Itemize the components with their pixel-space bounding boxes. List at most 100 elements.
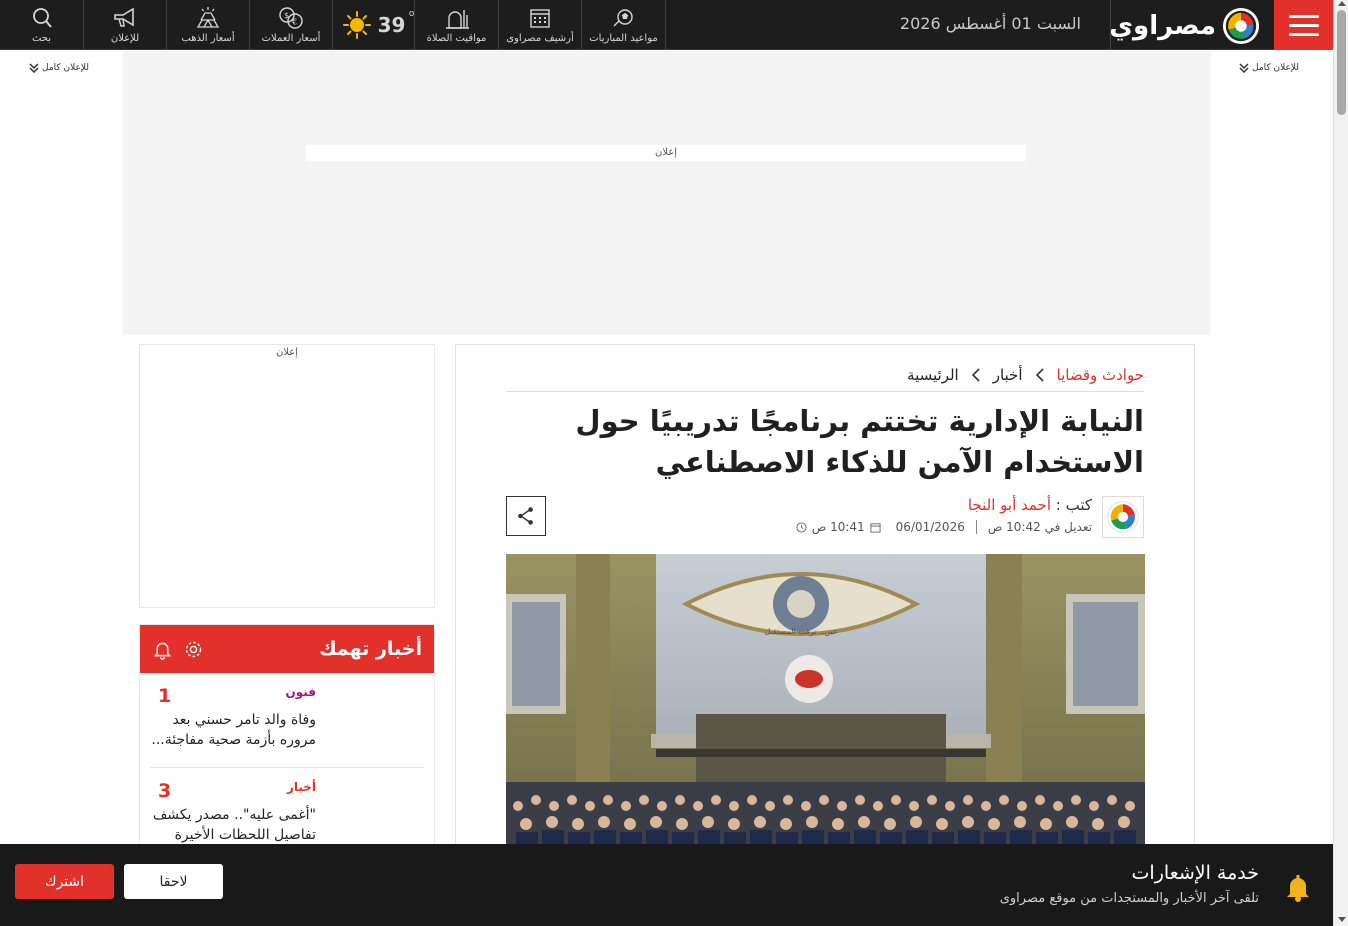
calendar-icon [870,522,881,533]
full-ad-label: للإعلان كامل [42,63,89,73]
publish-time: 10:41 ص [811,520,865,534]
related-news-box: أخبار تهمك 1 فنون وفاة والد تامر حسني بع… [139,624,435,864]
photo-sign-text: عين.. ترقب المستقبل [764,627,837,636]
divider [975,520,977,534]
temperature: 39 o [377,9,415,37]
nav-search[interactable]: بحث [0,0,84,50]
article-meta: 10:41 ص 06/01/2026 تعديل في 10:42 ص [796,520,1092,534]
menu-line [1288,23,1319,27]
news-title[interactable]: وفاة والد تامر حسني بعد مروره بأزمة صحية… [146,710,316,750]
full-ad-label: للإعلان كامل [1252,63,1299,73]
mosque-icon [445,10,469,29]
scroll-down-arrow[interactable] [1338,917,1346,922]
bell-icon[interactable] [152,639,173,660]
gold-bars-icon [196,7,220,28]
logo-icon [1222,7,1260,45]
breadcrumb-news[interactable]: أخبار [993,366,1023,384]
top-navbar: مصراوي السبت 01 أغسطس 2026 بحث للإعلان أ… [0,0,1333,50]
divider [1110,0,1111,50]
modified-time: تعديل في 10:42 ص [987,520,1092,534]
chevron-left-icon [971,368,980,382]
double-chevron-down-icon [29,63,39,73]
right-full-ad-toggle[interactable]: للإعلان كامل [1239,63,1299,73]
nav-gold-label: أسعار الذهب [181,33,235,44]
notification-subtitle: تلقى آخر الأخبار والمستجدات من موقع مصرا… [999,891,1259,906]
share-button[interactable] [506,496,546,536]
menu-line [1288,32,1319,36]
logo-text: مصراوي [1109,11,1216,41]
settings-gear-icon[interactable] [183,639,204,660]
calendar-icon [530,9,550,28]
share-icon [518,507,533,525]
related-news-title: أخبار تهمك [319,638,422,660]
nav-archive-label: أرشيف مصراوى [506,33,574,44]
svg-text:€: € [292,18,297,27]
soccer-ball-icon [613,9,633,27]
breadcrumb: الرئيسية أخبار حوادث وقضايا [907,363,1144,387]
scroll-up-arrow[interactable] [1338,1,1346,6]
article-card: الرئيسية أخبار حوادث وقضايا النيابة الإد… [455,344,1195,864]
ad-label: إعلان [275,347,299,358]
notification-prompt: خدمة الإشعارات تلقى آخر الأخبار والمستجد… [0,844,1333,926]
megaphone-icon [114,7,134,27]
nav-advertise[interactable]: للإعلان [84,0,167,50]
author-avatar[interactable] [1102,496,1144,538]
news-category[interactable]: أخبار [287,780,316,794]
later-button[interactable]: لاحقا [124,864,223,899]
svg-text:$: $ [284,11,289,20]
breadcrumb-section[interactable]: حوادث وقضايا [1057,366,1145,384]
nav-currency[interactable]: $ € أسعار العملات [250,0,333,50]
article-byline: كتب : أحمد أبو النجا 10:41 ص 06/01/2026 … [796,496,1144,538]
ad-label: إعلان [306,145,1026,161]
nav-advertise-label: للإعلان [110,33,140,44]
news-rank: 3 [158,780,172,802]
chevron-left-icon [1035,368,1044,382]
author-name[interactable]: أحمد أبو النجا [968,496,1051,514]
bell-icon [1287,875,1309,902]
article-photo[interactable]: عين.. ترقب المستقبل [506,554,1145,854]
nav-currency-label: أسعار العملات [261,33,321,44]
subscribe-button[interactable]: اشترك [15,864,114,899]
scrollbar-thumb[interactable] [1337,10,1346,115]
degree-symbol: o [408,9,415,19]
author-info: كتب : أحمد أبو النجا 10:41 ص 06/01/2026 … [796,496,1092,534]
current-date: السبت 01 أغسطس 2026 [899,14,1081,33]
divider [506,391,1144,392]
news-rank: 1 [158,685,172,707]
sun-icon [342,11,371,39]
group-photo-image: عين.. ترقب المستقبل [506,554,1145,854]
author-prefix: كتب : [1055,496,1092,514]
hamburger-menu-button[interactable] [1274,0,1333,50]
left-full-ad-toggle[interactable]: للإعلان كامل [29,63,89,73]
related-news-item[interactable]: 1 فنون وفاة والد تامر حسني بعد مروره بأز… [150,673,424,768]
nav-matches-label: مواعيد المباريات [589,33,658,44]
nav-prayer-label: مواقيت الصلاة [426,33,487,44]
menu-line [1288,14,1319,18]
article-headline: النيابة الإدارية تختتم برنامجًا تدريبيًا… [575,404,1144,479]
breadcrumb-home[interactable]: الرئيسية [907,366,959,384]
related-news-actions [152,639,204,660]
double-chevron-down-icon [1239,63,1249,73]
news-category[interactable]: فنون [285,685,316,699]
publish-date: 06/01/2026 [895,520,965,534]
search-icon [32,8,52,28]
utility-nav: بحث للإعلان أسعار الذهب $ € أسعار العملات [0,0,666,50]
sidebar: إعلان أخبار تهمك 1 فنون وفاة والد تامر ح… [139,344,435,864]
nav-archive[interactable]: أرشيف مصراوى [499,0,582,50]
top-ad-banner [123,51,1211,335]
temperature-value: 39 [377,13,406,37]
notification-title: خدمة الإشعارات [1131,862,1259,884]
nav-prayer-times[interactable]: مواقيت الصلاة [415,0,499,50]
nav-matches[interactable]: مواعيد المباريات [582,0,666,50]
author-line: كتب : أحمد أبو النجا [796,496,1092,514]
clock-icon [796,521,807,533]
currency-exchange-icon: $€ [279,7,303,29]
weather-widget[interactable]: 39 o [333,0,415,50]
nav-gold-prices[interactable]: أسعار الذهب [167,0,250,50]
logo-icon [1107,501,1139,533]
related-news-header: أخبار تهمك [140,625,434,673]
page-scrollbar[interactable] [1333,0,1348,926]
sidebar-ad: إعلان [139,344,435,608]
nav-search-label: بحث [31,33,52,44]
site-logo[interactable]: مصراوي [1109,6,1260,46]
